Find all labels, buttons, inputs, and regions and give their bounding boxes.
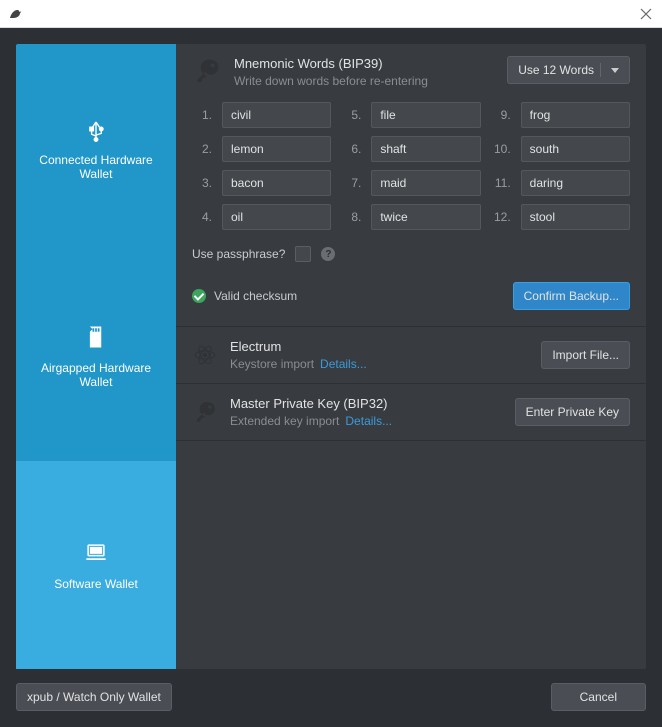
help-icon[interactable]: ? (321, 247, 335, 261)
electrum-panel: Electrum Keystore import Details... Impo… (176, 327, 646, 384)
mpk-subtitle: Extended key import (230, 414, 339, 428)
key-icon (192, 399, 218, 425)
sidebar-item-label: Connected Hardware Wallet (24, 153, 168, 181)
word-input-1[interactable] (222, 102, 331, 128)
sidebar-item-label: Airgapped Hardware Wallet (24, 361, 168, 389)
mnemonic-words-grid: 1. 5. 9. 2. 6. 10. 3. 7. 11. 4. 8. 12. (192, 102, 630, 230)
electrum-details-link[interactable]: Details... (320, 357, 367, 371)
word-input-10[interactable] (521, 136, 630, 162)
close-icon[interactable] (638, 6, 654, 22)
mpk-title: Master Private Key (BIP32) (230, 396, 503, 411)
word-input-5[interactable] (371, 102, 480, 128)
word-index: 9. (491, 108, 511, 122)
word-index: 6. (341, 142, 361, 156)
mnemonic-subtitle: Write down words before re-entering (234, 74, 495, 88)
word-index: 8. (341, 210, 361, 224)
word-input-3[interactable] (222, 170, 331, 196)
cancel-button[interactable]: Cancel (551, 683, 646, 711)
usb-icon (82, 115, 110, 143)
passphrase-label: Use passphrase? (192, 247, 285, 261)
word-input-8[interactable] (371, 204, 480, 230)
sidebar-item-airgapped-hw[interactable]: Airgapped Hardware Wallet (16, 252, 176, 460)
key-icon (192, 56, 222, 86)
word-input-2[interactable] (222, 136, 331, 162)
word-input-7[interactable] (371, 170, 480, 196)
chevron-down-icon (611, 68, 619, 73)
atom-icon (192, 342, 218, 368)
wallet-type-sidebar: Connected Hardware Wallet Airgapped Hard… (16, 44, 176, 669)
app-bird-icon (8, 6, 24, 22)
sidebar-item-connected-hw[interactable]: Connected Hardware Wallet (16, 44, 176, 252)
checksum-status-label: Valid checksum (214, 289, 297, 303)
watch-only-button[interactable]: xpub / Watch Only Wallet (16, 683, 172, 711)
word-index: 1. (192, 108, 212, 122)
word-index: 12. (491, 210, 511, 224)
word-input-9[interactable] (521, 102, 630, 128)
passphrase-checkbox[interactable] (295, 246, 311, 262)
word-index: 11. (491, 176, 511, 190)
mnemonic-title: Mnemonic Words (BIP39) (234, 56, 495, 71)
electrum-title: Electrum (230, 339, 529, 354)
word-count-dropdown[interactable]: Use 12 Words (507, 56, 630, 84)
laptop-icon (82, 539, 110, 567)
word-input-4[interactable] (222, 204, 331, 230)
confirm-backup-button[interactable]: Confirm Backup... (513, 282, 630, 310)
sidebar-item-software[interactable]: Software Wallet (16, 461, 176, 669)
enter-private-key-button[interactable]: Enter Private Key (515, 398, 630, 426)
word-index: 4. (192, 210, 212, 224)
sdcard-icon (82, 323, 110, 351)
checksum-status: Valid checksum (192, 289, 297, 303)
mnemonic-panel: Mnemonic Words (BIP39) Write down words … (176, 44, 646, 327)
word-input-12[interactable] (521, 204, 630, 230)
mpk-panel: Master Private Key (BIP32) Extended key … (176, 384, 646, 441)
word-index: 10. (491, 142, 511, 156)
word-count-label: Use 12 Words (518, 63, 594, 77)
word-input-11[interactable] (521, 170, 630, 196)
window-titlebar (0, 0, 662, 28)
mpk-details-link[interactable]: Details... (345, 414, 392, 428)
word-index: 2. (192, 142, 212, 156)
import-file-button[interactable]: Import File... (541, 341, 630, 369)
word-index: 7. (341, 176, 361, 190)
word-index: 5. (341, 108, 361, 122)
word-index: 3. (192, 176, 212, 190)
sidebar-item-label: Software Wallet (54, 577, 138, 591)
electrum-subtitle: Keystore import (230, 357, 314, 371)
check-circle-icon (192, 289, 206, 303)
word-input-6[interactable] (371, 136, 480, 162)
